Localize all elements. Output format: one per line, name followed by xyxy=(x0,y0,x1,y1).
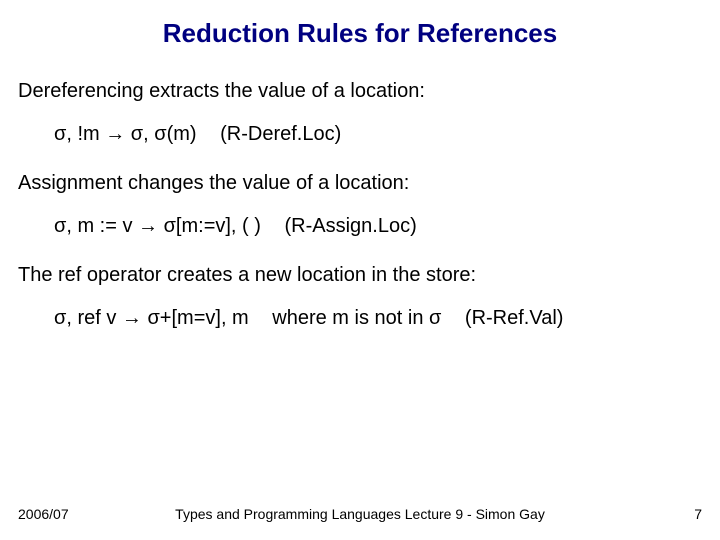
slide: Reduction Rules for References Dereferen… xyxy=(0,0,720,540)
paragraph-ref: The ref operator creates a new location … xyxy=(18,262,702,289)
slide-body: Dereferencing extracts the value of a lo… xyxy=(18,78,702,354)
rule-name: (R-Assign.Loc) xyxy=(285,215,417,237)
rule-condition: where m is not in σ xyxy=(272,307,441,329)
slide-title: Reduction Rules for References xyxy=(0,18,720,49)
rule-assign-loc: σ, m := v → σ[m:=v], ( ) (R-Assign.Loc) xyxy=(54,213,702,240)
rule-deref-loc: σ, !m → σ, σ(m) (R-Deref.Loc) xyxy=(54,121,702,148)
paragraph-assign: Assignment changes the value of a locati… xyxy=(18,170,702,197)
rule-expression: σ, ref v → σ+[m=v], m xyxy=(54,307,249,329)
rule-name: (R-Deref.Loc) xyxy=(220,123,341,145)
rule-name: (R-Ref.Val) xyxy=(465,307,564,329)
rule-ref-val: σ, ref v → σ+[m=v], m where m is not in … xyxy=(54,305,702,332)
rule-expression: σ, !m → σ, σ(m) xyxy=(54,123,197,145)
rule-expression: σ, m := v → σ[m:=v], ( ) xyxy=(54,215,261,237)
paragraph-deref: Dereferencing extracts the value of a lo… xyxy=(18,78,702,105)
footer-page-number: 7 xyxy=(694,506,702,522)
footer-lecture: Types and Programming Languages Lecture … xyxy=(18,506,702,522)
